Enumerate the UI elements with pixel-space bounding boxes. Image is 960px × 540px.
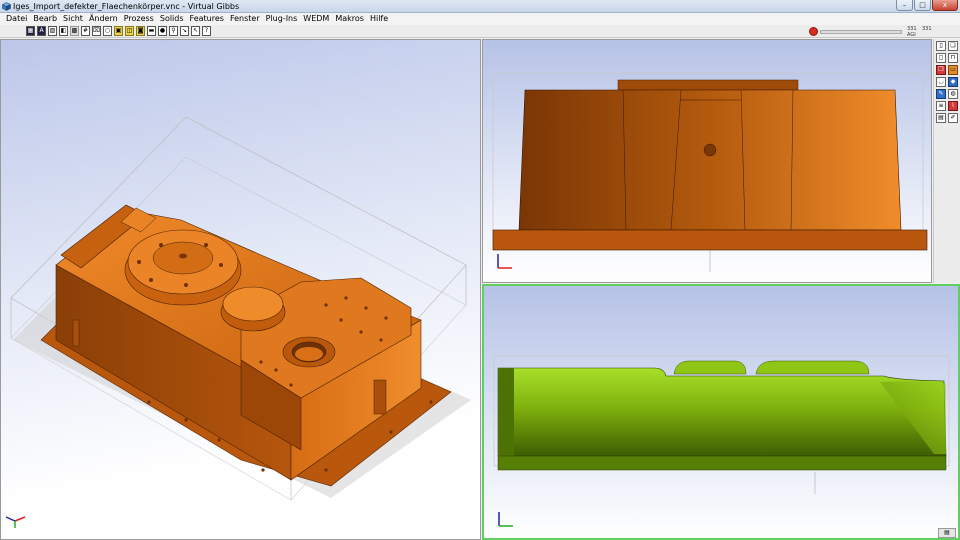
help-pointer-icon[interactable]: ?	[202, 26, 211, 36]
menu-aendern[interactable]: Ändern	[86, 13, 121, 25]
ring-icon[interactable]: ◍	[948, 89, 958, 99]
progress-bar	[820, 30, 902, 34]
menu-features[interactable]: Features	[187, 13, 227, 25]
side-part-drawing	[493, 355, 950, 527]
cylinder-icon[interactable]: ◙	[136, 26, 145, 36]
menu-wedm[interactable]: WEDM	[300, 13, 332, 25]
viewport-side-active[interactable]	[482, 284, 960, 540]
viewport-isometric[interactable]	[0, 39, 481, 540]
tool-icon[interactable]: ⚲	[169, 26, 178, 36]
menu-prozess[interactable]: Prozess	[121, 13, 157, 25]
menu-fenster[interactable]: Fenster	[227, 13, 263, 25]
tool-palette: ▯ ◻ ❐ ◡ ✎ ≡ ▤ ❏ ⊓ ▭ ◆ ◍ ⌇ ✐	[933, 39, 960, 283]
arrow-icon[interactable]: ↘	[180, 26, 189, 36]
copy-icon[interactable]: ❏	[948, 41, 958, 51]
new-document-icon[interactable]: ▯	[936, 41, 946, 51]
maximize-button[interactable]: □	[914, 0, 931, 11]
pointer-icon[interactable]: ↖	[191, 26, 200, 36]
resize-grip[interactable]: ▤	[938, 528, 956, 538]
machine-icon[interactable]: ▤	[936, 113, 946, 123]
palette-column-1: ▯ ◻ ❐ ◡ ✎ ≡ ▤	[936, 41, 946, 123]
stop-icon[interactable]	[809, 27, 818, 36]
front-part-drawing	[492, 72, 928, 272]
grid-icon[interactable]: #	[81, 26, 90, 36]
hidden-line-icon[interactable]: ▨	[48, 26, 57, 36]
menu-hilfe[interactable]: Hilfe	[367, 13, 391, 25]
vise-icon[interactable]: ⊓	[948, 53, 958, 63]
menu-bearb[interactable]: Bearb	[30, 13, 60, 25]
yellow-box-icon[interactable]: ▣	[114, 26, 123, 36]
coord-readout-2: 331	[922, 26, 932, 32]
menu-plug-ins[interactable]: Plug-Ins	[263, 13, 301, 25]
stock-icon[interactable]: ▭	[948, 65, 958, 75]
main-toolbar: ▦ A ▨ ◧ ▩ # ⌧ ○ ▣ ◫ ◙ ▬ ● ⚲ ↘ ↖? 331 331 AGI	[0, 25, 960, 38]
dimension-icon[interactable]: ⌧	[92, 26, 101, 36]
app-window: Iges_Import_defekter_Flaechenkörper.vnc …	[0, 0, 960, 540]
plate-icon[interactable]: ◆	[948, 77, 958, 87]
solid-icon[interactable]: ▩	[70, 26, 79, 36]
shaded-icon[interactable]: A	[37, 26, 46, 36]
menu-solids[interactable]: Solids	[157, 13, 187, 25]
shade-icon[interactable]: ◧	[59, 26, 68, 36]
title-bar: Iges_Import_defekter_Flaechenkörper.vnc …	[0, 0, 960, 13]
menu-bar: Datei Bearb Sicht Ändern Prozess Solids …	[0, 13, 960, 25]
menu-datei[interactable]: Datei	[3, 13, 30, 25]
window-title: Iges_Import_defekter_Flaechenkörper.vnc …	[13, 2, 240, 11]
wireframe-icon[interactable]: ▦	[26, 26, 35, 36]
cube-icon[interactable]	[2, 2, 11, 11]
edit-tool-icon[interactable]: ✐	[948, 113, 958, 123]
coord-readout-3: AGI	[907, 32, 916, 38]
axis-triad	[497, 254, 512, 269]
brush-icon[interactable]: ✎	[936, 89, 946, 99]
sheet-icon[interactable]: ▬	[147, 26, 156, 36]
viewport-front[interactable]	[482, 39, 932, 283]
palette-column-2: ❏ ⊓ ▭ ◆ ◍ ⌇ ✐	[948, 41, 958, 123]
axis-triad	[5, 516, 26, 528]
graph-tool-icon[interactable]: ⌇	[948, 101, 958, 111]
menu-makros[interactable]: Makros	[332, 13, 367, 25]
close-button[interactable]: x	[932, 0, 958, 11]
rect-select-icon[interactable]: ◻	[936, 53, 946, 63]
circle-icon[interactable]: ○	[103, 26, 112, 36]
view-toolbar-group: ▦ A ▨ ◧ ▩ # ⌧ ○ ▣ ◫ ◙ ▬ ● ⚲ ↘ ↖?	[26, 26, 211, 36]
bowl-icon[interactable]: ◡	[936, 77, 946, 87]
iso-part-drawing	[5, 116, 471, 528]
axis-triad	[498, 512, 513, 527]
multi-doc-icon[interactable]: ❐	[936, 65, 946, 75]
menu-sicht[interactable]: Sicht	[60, 13, 86, 25]
text-tool-icon[interactable]: ≡	[936, 101, 946, 111]
minimize-button[interactable]: –	[896, 0, 913, 11]
layer-icon[interactable]: ◫	[125, 26, 134, 36]
disc-icon[interactable]: ●	[158, 26, 167, 36]
